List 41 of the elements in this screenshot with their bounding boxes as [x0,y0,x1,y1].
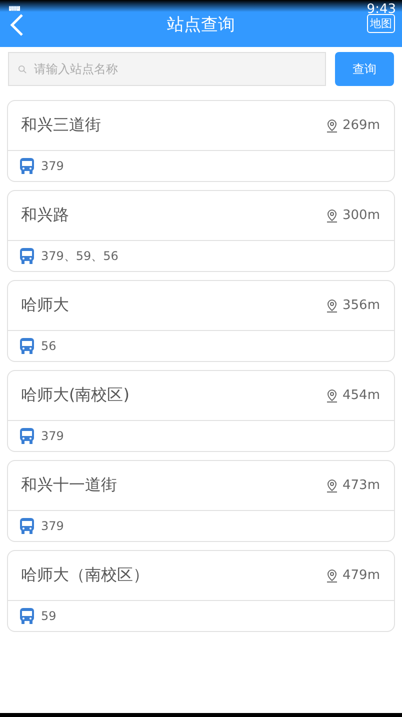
station-card[interactable]: 和兴路 300m 379、59、56 [7,190,395,272]
bus-routes: 379 [41,429,64,443]
location-pin-icon [326,568,338,582]
bus-routes: 379、59、56 [41,248,118,264]
location-pin-icon [326,478,338,492]
bus-icon [20,338,34,354]
station-card[interactable]: 哈师大（南校区） 479m 59 [7,550,395,632]
station-card[interactable]: 哈师大 356m 56 [7,280,395,362]
station-name: 和兴路 [21,205,70,226]
station-name: 和兴十一道街 [21,475,118,496]
distance: 479m [342,568,380,583]
station-name: 哈师大(南校区) [21,385,130,406]
station-card[interactable]: 和兴十一道街 473m 379 [7,460,395,542]
bus-routes: 379 [41,159,64,173]
station-name: 哈师大 [21,295,70,316]
distance: 300m [342,208,380,223]
station-card[interactable]: 哈师大(南校区) 454m 379 [7,370,395,452]
bus-icon [20,518,34,534]
distance: 454m [342,388,380,403]
location-pin-icon [326,388,338,402]
search-field[interactable]: 请输入站点名称 [8,52,326,86]
bus-icon [20,608,34,624]
bus-routes: 59 [41,609,56,623]
station-name: 哈师大（南校区） [21,565,150,586]
bus-icon [20,248,34,264]
bus-icon [20,428,34,444]
station-card[interactable]: 和兴三道街 269m 379 [7,100,395,182]
location-pin-icon [326,118,338,132]
bus-routes: 379 [41,519,64,533]
location-pin-icon [326,298,338,312]
distance: 356m [342,298,380,313]
station-name: 和兴三道街 [21,115,102,136]
page-title: 站点查询 [167,14,235,36]
bus-routes: 56 [41,339,56,353]
distance: 473m [342,478,380,493]
back-button[interactable] [10,13,24,37]
keyboard-icon [9,6,20,11]
bus-icon [20,158,34,174]
distance: 269m [342,118,380,133]
location-pin-icon [326,208,338,222]
status-time: 9:43 [366,2,396,17]
